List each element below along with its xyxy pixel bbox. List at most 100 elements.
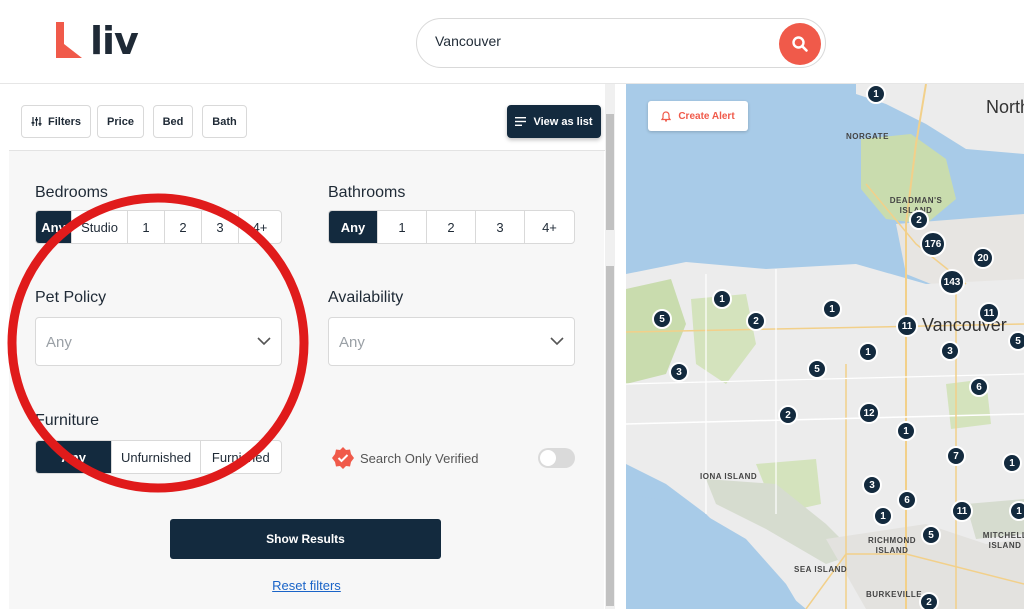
map-listing-pin[interactable]: 1 [866, 84, 886, 104]
reset-filters-link[interactable]: Reset filters [9, 578, 604, 593]
availability-value: Any [339, 334, 365, 351]
show-results-button[interactable]: Show Results [170, 519, 441, 559]
bed-label: Bed [162, 115, 184, 128]
bathrooms-option-1[interactable]: 1 [378, 211, 427, 243]
pet-policy-label: Pet Policy [35, 289, 107, 306]
bedrooms-option-1[interactable]: 1 [128, 211, 165, 243]
logo-mark-icon [56, 22, 82, 58]
bathrooms-option-any[interactable]: Any [329, 211, 378, 243]
scrollbar-thumb-top[interactable] [606, 114, 614, 230]
bedrooms-option-2[interactable]: 2 [165, 211, 202, 243]
furniture-option-unfurnished[interactable]: Unfurnished [112, 441, 201, 473]
furniture-option-furnished[interactable]: Furnished [201, 441, 281, 473]
scrollbar-thumb[interactable] [606, 266, 614, 606]
filters-button[interactable]: Filters [21, 105, 91, 138]
search-input[interactable] [435, 33, 755, 49]
availability-label: Availability [328, 289, 404, 306]
map-listing-pin[interactable]: 7 [946, 446, 966, 466]
create-alert-label: Create Alert [678, 110, 735, 122]
map-place-label: IONA ISLAND [700, 472, 758, 481]
map-view[interactable]: Create Alert North NORGATE DEADMAN'S ISL… [626, 84, 1024, 609]
toggle-knob [540, 450, 556, 466]
map-listing-pin[interactable]: 5 [807, 359, 827, 379]
map-listing-pin[interactable]: 12 [858, 402, 880, 424]
furniture-option-any[interactable]: Any [36, 441, 113, 473]
bathrooms-label: Bathrooms [328, 184, 406, 201]
bath-label: Bath [212, 115, 237, 128]
scrollbar[interactable] [605, 84, 615, 609]
map-listing-pin[interactable]: 11 [951, 500, 973, 522]
search-icon [792, 36, 808, 52]
availability-select[interactable]: Any [328, 317, 575, 366]
bedrooms-option-4plus[interactable]: 4+ [239, 211, 281, 243]
furniture-label: Furniture [35, 412, 100, 429]
map-place-label: NORGATE [846, 132, 889, 141]
verified-label: Search Only Verified [360, 451, 479, 466]
map-listing-pin[interactable]: 1 [858, 342, 878, 362]
filter-toolbar: Filters Price Bed Bath View as list [9, 84, 615, 151]
map-listing-pin[interactable]: 1 [873, 506, 893, 526]
bath-button[interactable]: Bath [202, 105, 247, 138]
pet-policy-value: Any [46, 334, 72, 351]
map-place-label: MITCHELL ISLAND [982, 531, 1024, 550]
filter-panel: Filters Price Bed Bath View as list Bedr… [9, 84, 615, 609]
bell-icon [661, 110, 672, 122]
bathrooms-option-4plus[interactable]: 4+ [525, 211, 574, 243]
map-listing-pin[interactable]: 3 [669, 362, 689, 382]
list-icon [515, 117, 527, 126]
map-listing-pin[interactable]: 1 [712, 289, 732, 309]
liv-logo[interactable]: liv [56, 19, 139, 63]
map-listing-pin[interactable]: 2 [778, 405, 798, 425]
filters-label: Filters [47, 115, 81, 128]
map-listing-pin[interactable]: 2 [909, 210, 929, 230]
search-bar [416, 18, 826, 68]
map-listing-pin[interactable]: 11 [896, 315, 918, 337]
map-place-label: SEA ISLAND [794, 565, 848, 574]
map-listing-pin[interactable]: 6 [897, 490, 917, 510]
map-listing-pin[interactable]: 1 [896, 421, 916, 441]
bathrooms-option-3[interactable]: 3 [476, 211, 525, 243]
price-label: Price [107, 115, 134, 128]
pet-policy-select[interactable]: Any [35, 317, 282, 366]
map-listing-pin[interactable]: 20 [972, 247, 994, 269]
map-listing-pin[interactable]: 2 [746, 311, 766, 331]
filter-body: Bedrooms Any Studio 1 2 3 4+ Bathrooms A… [9, 151, 604, 609]
map-background [626, 84, 1024, 609]
map-listing-pin[interactable]: 3 [862, 475, 882, 495]
furniture-selector: Any Unfurnished Furnished [35, 440, 282, 474]
bathrooms-option-2[interactable]: 2 [427, 211, 476, 243]
map-listing-pin[interactable]: 1 [1002, 453, 1022, 473]
map-place-label: RICHMOND ISLAND [868, 536, 916, 555]
map-listing-pin[interactable]: 1 [1009, 501, 1024, 521]
verified-badge-icon [332, 447, 354, 469]
chevron-down-icon [550, 337, 564, 346]
map-place-label: North [986, 97, 1024, 117]
view-as-list-button[interactable]: View as list [507, 105, 601, 138]
search-button[interactable] [779, 23, 821, 65]
view-as-list-label: View as list [533, 115, 593, 128]
bedrooms-selector: Any Studio 1 2 3 4+ [35, 210, 282, 244]
create-alert-button[interactable]: Create Alert [648, 101, 748, 131]
bedrooms-label: Bedrooms [35, 184, 108, 201]
map-listing-pin[interactable]: 176 [920, 231, 946, 257]
bed-button[interactable]: Bed [153, 105, 193, 138]
price-button[interactable]: Price [97, 105, 144, 138]
map-listing-pin[interactable]: 5 [921, 525, 941, 545]
map-listing-pin[interactable]: 1 [822, 299, 842, 319]
map-listing-pin[interactable]: 5 [1008, 331, 1024, 351]
map-place-label: BURKEVILLE [866, 590, 923, 599]
verified-toggle[interactable] [538, 448, 575, 468]
map-listing-pin[interactable]: 11 [978, 302, 1000, 324]
map-listing-pin[interactable]: 2 [919, 592, 939, 609]
map-listing-pin[interactable]: 5 [652, 309, 672, 329]
chevron-down-icon [257, 337, 271, 346]
logo-text: liv [90, 19, 139, 63]
map-listing-pin[interactable]: 143 [939, 269, 965, 295]
bedrooms-option-studio[interactable]: Studio [72, 211, 128, 243]
bedrooms-option-any[interactable]: Any [36, 211, 72, 243]
bathrooms-selector: Any 1 2 3 4+ [328, 210, 575, 244]
sliders-icon [31, 117, 42, 126]
map-listing-pin[interactable]: 3 [940, 341, 960, 361]
map-listing-pin[interactable]: 6 [969, 377, 989, 397]
bedrooms-option-3[interactable]: 3 [202, 211, 239, 243]
